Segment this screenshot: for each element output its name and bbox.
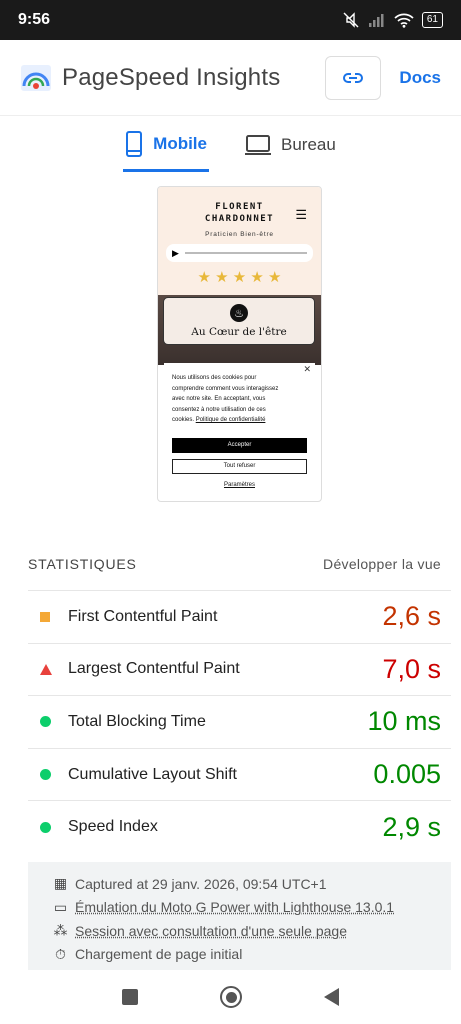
- hamburger-menu-icon: ☰: [295, 207, 307, 222]
- preview-subtitle: Praticien Bien-être: [205, 231, 274, 238]
- metric-value: 7,0 s: [382, 653, 441, 684]
- calendar-icon: ▦: [53, 875, 68, 892]
- info-load: ⏱ Chargement de page initial: [52, 943, 451, 967]
- privacy-link: Politique de confidentialité: [195, 417, 266, 423]
- info-load-text: Chargement de page initial: [75, 946, 243, 963]
- stats-heading-row: STATISTIQUES Développer la vue: [28, 556, 441, 572]
- home-button[interactable]: [220, 986, 242, 1008]
- metric-value: 2,6 s: [382, 601, 441, 632]
- status-time: 9:56: [18, 11, 51, 28]
- pass-indicator-icon: [28, 821, 68, 833]
- metric-row: Cumulative Layout Shift 0.005: [28, 747, 451, 801]
- metric-row: Total Blocking Time 10 ms: [28, 695, 451, 748]
- page-screenshot-preview: FLORENT CHARDONNET ☰ Praticien Bien-être…: [157, 186, 322, 502]
- cookie-text: Nous utilisons des cookies pour comprend…: [164, 363, 294, 426]
- metric-row: First Contentful Paint 2,6 s: [28, 590, 451, 643]
- tab-desktop-label: Bureau: [281, 135, 336, 154]
- metric-row: Speed Index 2,9 s: [28, 800, 451, 853]
- metric-name: First Contentful Paint: [68, 607, 218, 625]
- timer-icon: ⏱: [55, 945, 66, 962]
- preview-stars: ★ ★ ★ ★ ★: [197, 269, 282, 286]
- desktop-icon: [245, 135, 271, 155]
- stats-heading: STATISTIQUES: [28, 556, 137, 572]
- preview-audio-player: ▶: [166, 244, 313, 262]
- mute-icon: [343, 12, 359, 28]
- app-header: PageSpeed Insights Docs: [0, 40, 461, 116]
- info-session: ⁂ Session avec consultation d'une seule …: [52, 919, 451, 943]
- app-title: PageSpeed Insights: [62, 63, 281, 91]
- back-button[interactable]: [324, 988, 339, 1006]
- cookie-banner: ✕ Nous utilisons des cookies pour compre…: [164, 363, 315, 495]
- docs-link[interactable]: Docs: [399, 68, 441, 88]
- status-icons: 61: [342, 12, 443, 28]
- mobile-icon: [126, 130, 143, 157]
- preview-title-card: ♨ Au Cœur de l'être: [163, 297, 315, 345]
- preview-header: FLORENT CHARDONNET ☰ Praticien Bien-être…: [158, 187, 321, 295]
- tab-desktop[interactable]: Bureau: [243, 118, 338, 172]
- pass-indicator-icon: [28, 716, 68, 728]
- tab-mobile-label: Mobile: [153, 133, 207, 153]
- flame-icon: ♨: [230, 304, 248, 322]
- audio-progress-bar: [184, 252, 307, 254]
- expand-view-toggle[interactable]: Développer la vue: [323, 556, 441, 572]
- run-info-panel: ▦ Captured at 29 janv. 2026, 09:54 UTC+1…: [28, 862, 451, 970]
- battery-icon: 61: [421, 12, 443, 28]
- info-captured: ▦ Captured at 29 janv. 2026, 09:54 UTC+1: [52, 872, 451, 896]
- android-nav-bar: [0, 970, 461, 1024]
- play-icon: ▶: [172, 247, 179, 258]
- close-icon: ✕: [303, 364, 311, 374]
- wifi-icon: [394, 13, 414, 28]
- metric-row: Largest Contentful Paint 7,0 s: [28, 642, 451, 696]
- info-emulation-text[interactable]: Émulation du Moto G Power with Lighthous…: [75, 899, 394, 915]
- device-tabs: Mobile Bureau: [0, 118, 461, 174]
- cookie-text-body: Nous utilisons des cookies pour comprend…: [172, 375, 279, 423]
- metrics-list: First Contentful Paint 2,6 s Largest Con…: [28, 590, 451, 853]
- metric-name: Largest Contentful Paint: [68, 660, 240, 678]
- metric-value: 2,9 s: [382, 811, 441, 842]
- link-icon: [343, 72, 364, 83]
- metric-value: 10 ms: [367, 706, 441, 737]
- metric-name: Total Blocking Time: [68, 712, 206, 730]
- fail-indicator-icon: [28, 663, 68, 675]
- preview-hero: ♨ Au Cœur de l'être: [158, 295, 321, 365]
- info-session-text[interactable]: Session avec consultation d'une seule pa…: [75, 923, 347, 939]
- pagespeed-logo-icon: [21, 64, 51, 91]
- metric-name: Cumulative Layout Shift: [68, 765, 237, 783]
- signal-icon: [368, 14, 384, 27]
- users-icon: ⁂: [53, 922, 68, 939]
- tab-mobile[interactable]: Mobile: [123, 118, 209, 172]
- metric-value: 0.005: [373, 759, 441, 790]
- cookie-settings-link: Paramètres: [223, 481, 255, 488]
- cookie-accept-button: Accepter: [172, 437, 307, 453]
- info-captured-text: Captured at 29 janv. 2026, 09:54 UTC+1: [75, 875, 327, 892]
- devices-icon: ▭: [53, 898, 68, 915]
- metric-name: Speed Index: [68, 818, 158, 836]
- preview-card-title: Au Cœur de l'être: [191, 326, 287, 338]
- average-indicator-icon: [28, 611, 68, 622]
- copy-link-button[interactable]: [325, 55, 382, 100]
- status-bar: 9:56 61: [0, 0, 461, 40]
- pass-indicator-icon: [28, 769, 68, 781]
- cookie-refuse-button: Tout refuser: [172, 458, 307, 474]
- info-emulation: ▭ Émulation du Moto G Power with Lightho…: [52, 896, 451, 920]
- recents-button[interactable]: [122, 989, 138, 1005]
